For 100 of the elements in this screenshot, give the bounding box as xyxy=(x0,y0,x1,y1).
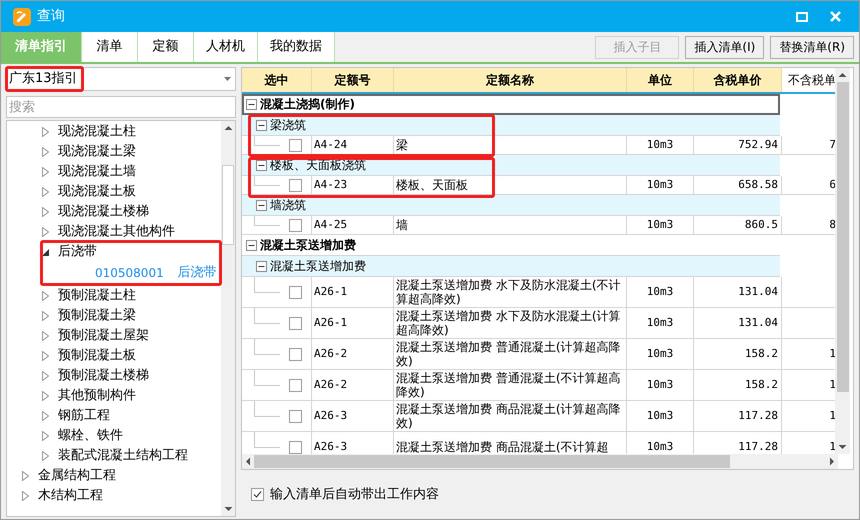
collapsed-arrow-icon[interactable] xyxy=(42,227,49,237)
table-cell-text: 158.2 xyxy=(744,346,778,362)
collapse-icon[interactable] xyxy=(246,98,257,110)
row-checkbox[interactable] xyxy=(289,440,302,454)
tree-item[interactable]: 预制混凝土屋架 xyxy=(58,326,149,346)
table-cell-text: A26-3 xyxy=(314,408,348,424)
table-cell-text: A26-1 xyxy=(314,314,348,331)
column-header[interactable]: 含税单价 xyxy=(694,68,782,92)
column-header[interactable]: 选中 xyxy=(242,68,312,92)
scroll-thumb[interactable] xyxy=(254,455,730,468)
row-checkbox[interactable] xyxy=(289,138,302,152)
option-label[interactable]: 输入清单后自动带出工作内容 xyxy=(270,484,439,504)
tree-item[interactable]: 装配式混凝土结构工程 xyxy=(58,446,188,466)
tree-item[interactable]: 后浇带 xyxy=(58,242,97,262)
row-checkbox[interactable] xyxy=(289,218,302,232)
column-header[interactable]: 定额号 xyxy=(312,68,394,92)
group-label: 梁浇筑 xyxy=(270,117,306,134)
horizontal-scrollbar[interactable] xyxy=(242,454,838,469)
row-checkbox[interactable] xyxy=(289,410,302,422)
group-row[interactable]: 混凝土浇捣(制作) xyxy=(242,94,780,115)
collapsed-arrow-icon[interactable] xyxy=(42,291,49,301)
tree-item[interactable]: 预制混凝土柱 xyxy=(58,286,136,306)
tree-item[interactable]: 木结构工程 xyxy=(38,486,103,506)
collapsed-arrow-icon[interactable] xyxy=(42,451,49,461)
collapse-icon[interactable] xyxy=(256,200,267,210)
table-cell-text: A26-1 xyxy=(314,284,348,300)
table-cell: 墙 xyxy=(396,218,408,232)
column-header[interactable]: 单位 xyxy=(627,68,694,92)
tree-item[interactable]: 钢筋工程 xyxy=(58,406,110,426)
toolbar-button[interactable]: 替换清单(R) xyxy=(770,36,854,58)
table-cell-text: 10m3 xyxy=(646,284,674,300)
scroll-thumb[interactable] xyxy=(222,165,234,245)
tree-item[interactable]: 预制混凝土楼梯 xyxy=(58,366,149,386)
tab[interactable]: 清单 xyxy=(82,32,138,62)
table-cell: 楼板、天面板 xyxy=(396,178,468,192)
table-cell-text: 1 xyxy=(829,376,835,393)
vertical-scrollbar[interactable] xyxy=(835,68,850,454)
toolbar-button[interactable]: 插入清单(I) xyxy=(685,36,764,58)
table-cell-text: A26-2 xyxy=(314,346,348,362)
table-cell-text: 10m3 xyxy=(646,346,674,362)
table-cell-text: 10m3 xyxy=(646,176,674,193)
close-icon[interactable] xyxy=(830,11,841,22)
tree-item[interactable]: 现浇混凝土柱 xyxy=(58,122,136,142)
collapsed-arrow-icon[interactable] xyxy=(22,491,29,501)
window-title: 查询 xyxy=(37,7,65,26)
collapsed-arrow-icon[interactable] xyxy=(42,371,49,381)
tree-item[interactable]: 其他预制构件 xyxy=(58,386,136,406)
library-dropdown[interactable]: 广东13指引 xyxy=(6,67,236,91)
tree-item[interactable]: 预制混凝土梁 xyxy=(58,306,136,326)
collapsed-arrow-icon[interactable] xyxy=(42,127,49,137)
tree-item[interactable]: 现浇混凝土板 xyxy=(58,182,136,202)
row-checkbox[interactable] xyxy=(289,286,302,298)
group-label: 混凝土泵送增加费 xyxy=(270,258,366,275)
option-checkbox[interactable] xyxy=(251,488,264,501)
collapsed-arrow-icon[interactable] xyxy=(42,147,49,157)
subgroup-row[interactable]: 墙浇筑 xyxy=(242,195,780,216)
row-checkbox[interactable] xyxy=(289,378,302,392)
tab[interactable]: 我的数据 xyxy=(258,32,335,62)
expanded-arrow-icon[interactable] xyxy=(42,248,49,256)
collapsed-arrow-icon[interactable] xyxy=(42,391,49,401)
table-cell-text: 6 xyxy=(829,176,835,193)
tree-item[interactable]: 现浇混凝土其他构件 xyxy=(58,222,175,242)
row-checkbox[interactable] xyxy=(289,348,302,360)
collapse-icon[interactable] xyxy=(256,120,267,130)
collapsed-arrow-icon[interactable] xyxy=(42,207,49,217)
tree-item[interactable]: 现浇混凝土墙 xyxy=(58,162,136,182)
collapsed-arrow-icon[interactable] xyxy=(42,311,49,321)
row-checkbox[interactable] xyxy=(289,316,302,330)
table-cell: 1 xyxy=(829,438,835,454)
collapse-icon[interactable] xyxy=(246,240,257,250)
scroll-thumb[interactable] xyxy=(836,82,848,392)
collapsed-arrow-icon[interactable] xyxy=(42,331,49,341)
collapsed-arrow-icon[interactable] xyxy=(22,471,29,481)
column-header[interactable]: 定额名称 xyxy=(394,68,627,92)
collapsed-arrow-icon[interactable] xyxy=(42,431,49,441)
subgroup-row[interactable]: 梁浇筑 xyxy=(242,115,780,136)
collapsed-arrow-icon[interactable] xyxy=(42,411,49,421)
group-label: 墙浇筑 xyxy=(270,197,306,214)
table-cell: A26-3 xyxy=(314,438,348,454)
tree-item[interactable]: 螺栓、铁件 xyxy=(58,426,123,446)
tree-item[interactable]: 预制混凝土板 xyxy=(58,346,136,366)
collapse-icon[interactable] xyxy=(256,260,267,272)
collapsed-arrow-icon[interactable] xyxy=(42,187,49,197)
tree-item[interactable]: 现浇混凝土楼梯 xyxy=(58,202,149,222)
collapsed-arrow-icon[interactable] xyxy=(42,351,49,361)
tree-item[interactable]: 金属结构工程 xyxy=(38,466,116,486)
row-checkbox[interactable] xyxy=(289,178,302,192)
table-cell: 10m3 xyxy=(646,438,674,454)
vertical-scrollbar[interactable] xyxy=(221,121,235,516)
search-field[interactable]: 搜索 xyxy=(6,96,236,118)
collapsed-arrow-icon[interactable] xyxy=(42,167,49,177)
tab[interactable]: 定额 xyxy=(138,32,194,62)
tree-item[interactable]: 现浇混凝土梁 xyxy=(58,142,136,162)
table-cell-text: 658.58 xyxy=(738,176,778,193)
subgroup-row[interactable]: 混凝土泵送增加费 xyxy=(242,256,780,277)
table-cell-text: A26-2 xyxy=(314,376,348,393)
table-cell-text: 1 xyxy=(829,346,835,362)
collapse-icon[interactable] xyxy=(256,160,267,170)
maximize-icon[interactable] xyxy=(796,12,808,22)
tab[interactable]: 人材机 xyxy=(194,32,258,62)
